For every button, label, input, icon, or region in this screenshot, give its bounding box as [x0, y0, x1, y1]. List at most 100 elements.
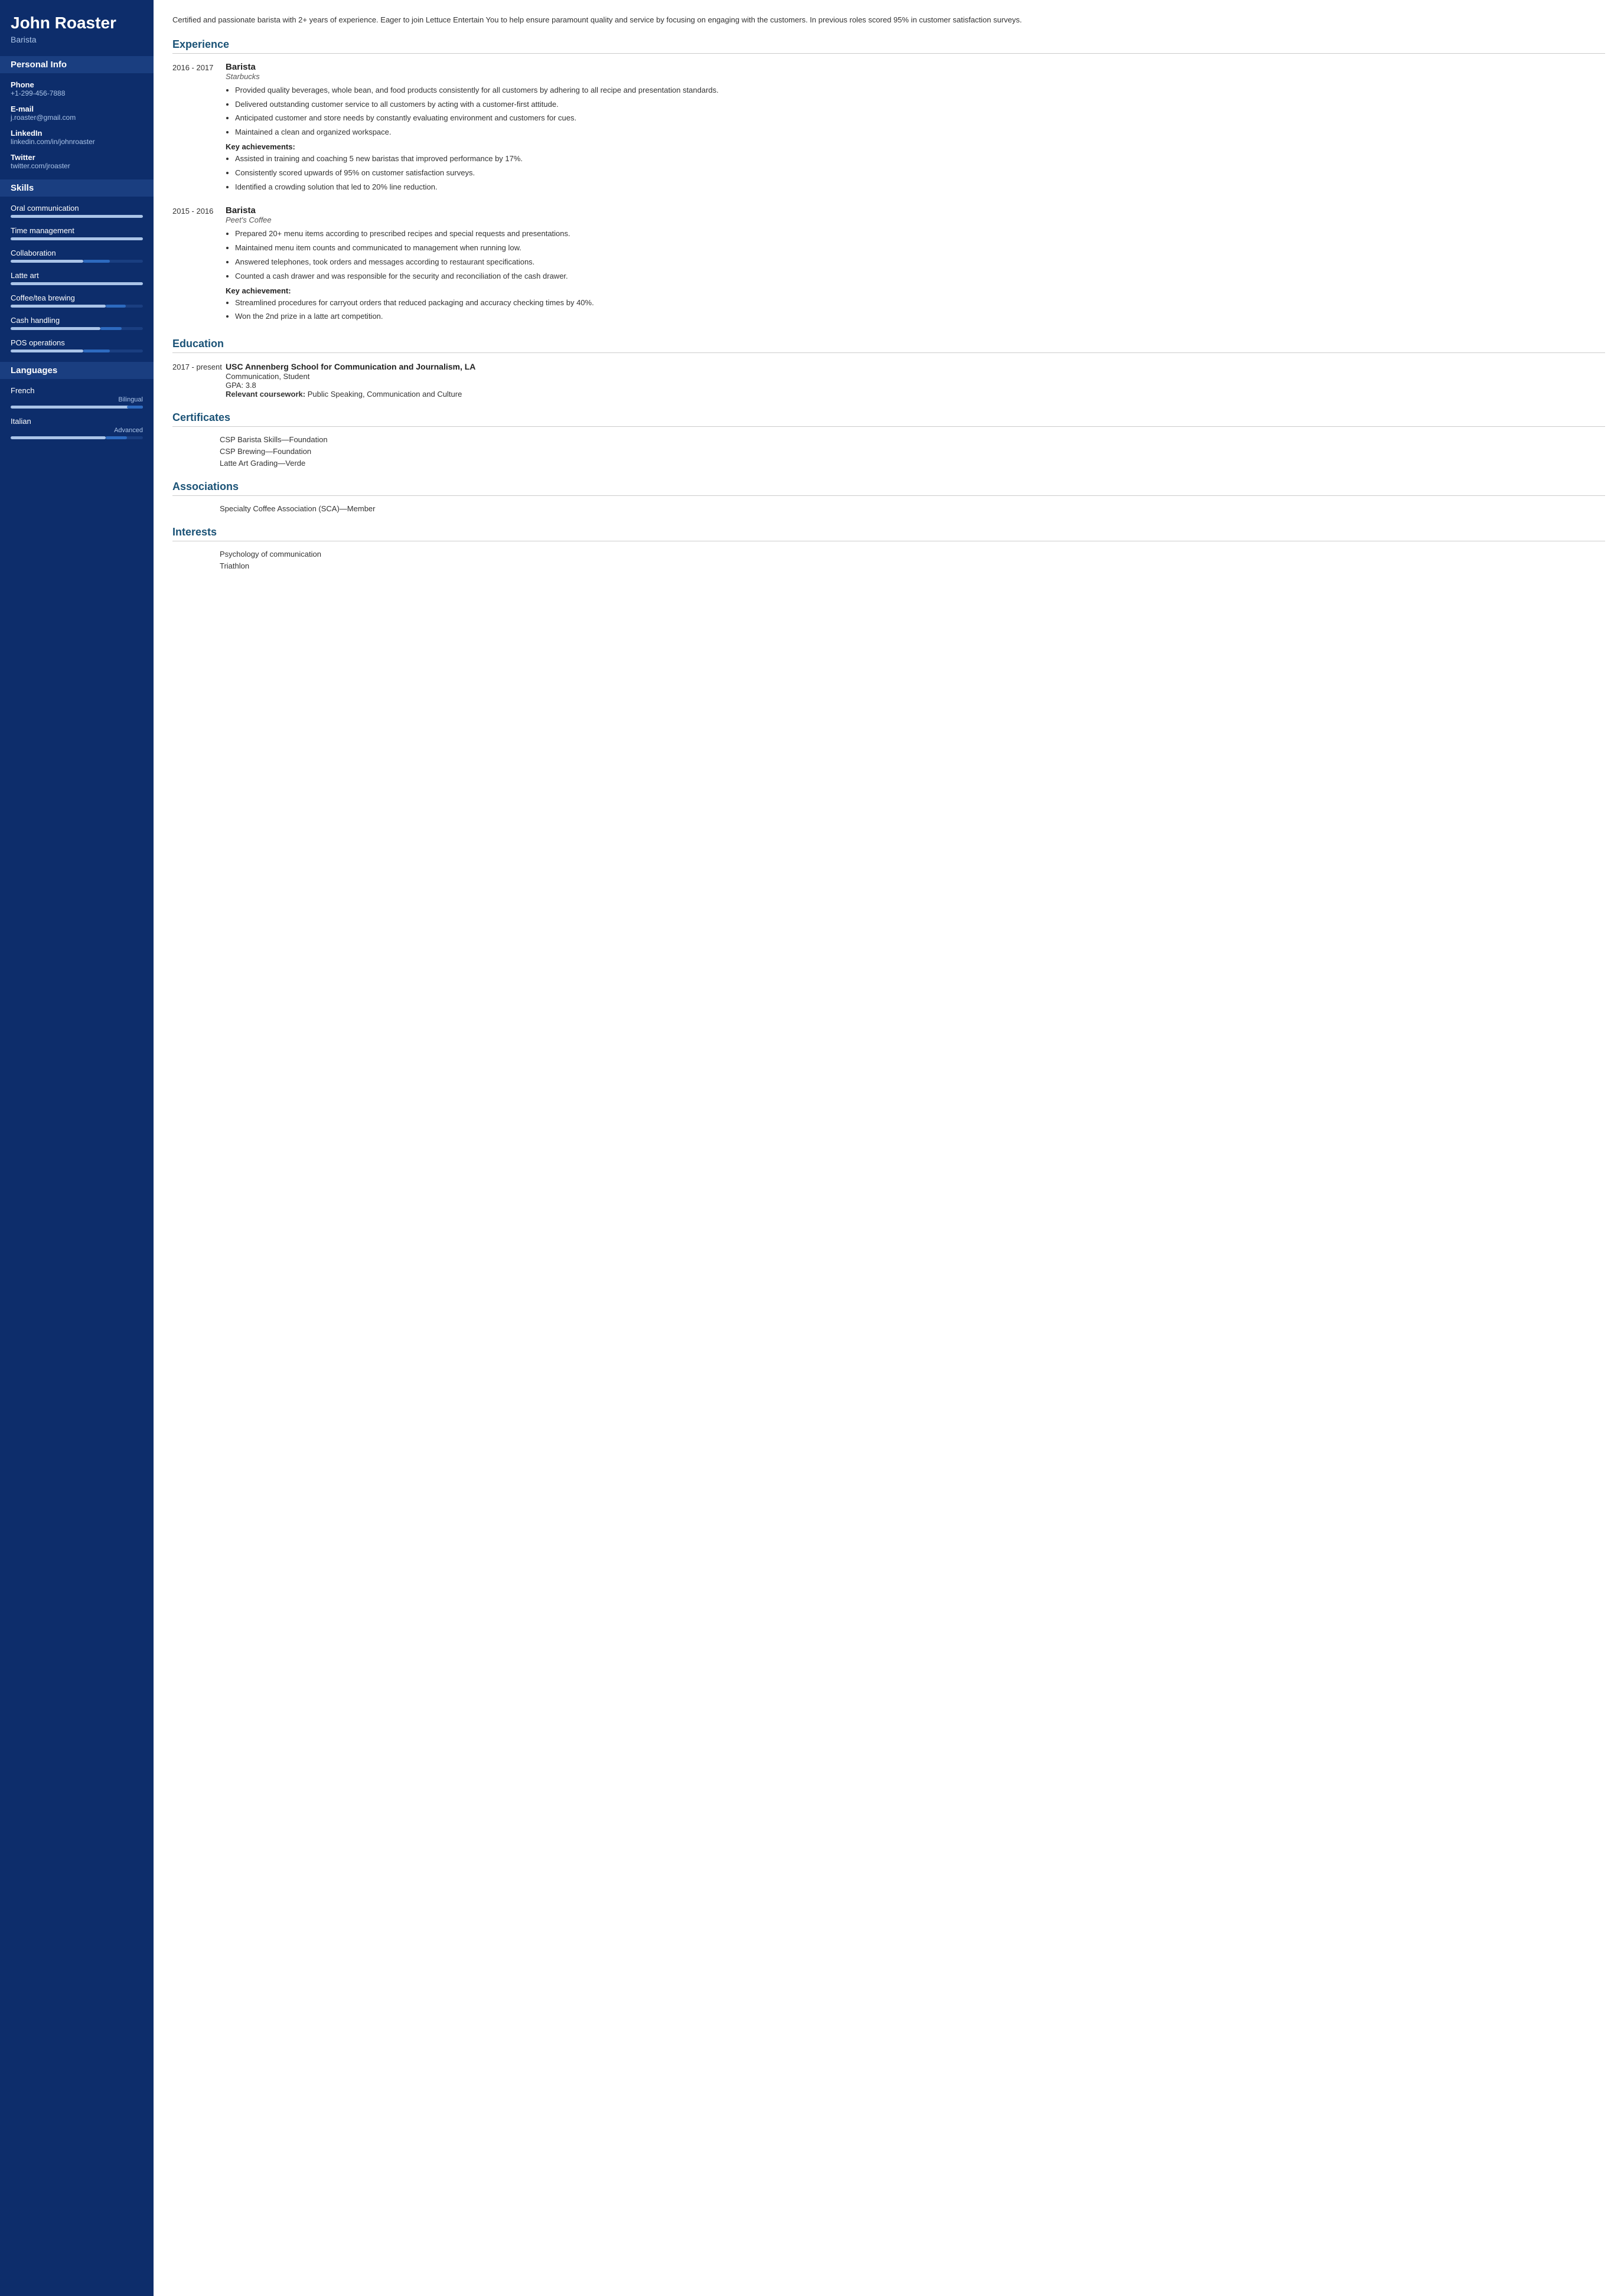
lang-bar-bg: [11, 406, 143, 409]
contact-item: LinkedInlinkedin.com/in/johnroaster: [11, 129, 143, 146]
exp-content: Barista Starbucks Provided quality bever…: [226, 62, 1605, 195]
skill-name: Latte art: [11, 271, 143, 280]
certificate-item: Latte Art Grading—Verde: [172, 459, 1605, 468]
skill-bar-accent: [83, 260, 110, 263]
exp-bullets: Provided quality beverages, whole bean, …: [226, 84, 1605, 139]
contact-label: Twitter: [11, 153, 143, 162]
summary-text: Certified and passionate barista with 2+…: [172, 14, 1605, 27]
skill-bar-fill: [11, 237, 143, 240]
lang-name: French: [11, 386, 143, 395]
lang-name: Italian: [11, 417, 143, 426]
lang-level: Bilingual: [11, 396, 143, 403]
candidate-title: Barista: [11, 35, 143, 44]
exp-bullet: Counted a cash drawer and was responsibl…: [235, 270, 1605, 283]
skill-bar-bg: [11, 305, 143, 308]
associations-heading: Associations: [172, 481, 1605, 496]
education-heading: Education: [172, 338, 1605, 353]
exp-dates: 2015 - 2016: [172, 205, 226, 325]
interests-heading: Interests: [172, 526, 1605, 541]
contact-item: Twittertwitter.com/jroaster: [11, 153, 143, 170]
sidebar: John Roaster Barista Personal Info Phone…: [0, 0, 154, 2296]
language-item: French Bilingual: [11, 386, 143, 409]
skill-bar-bg: [11, 260, 143, 263]
exp-bullet: Provided quality beverages, whole bean, …: [235, 84, 1605, 97]
lang-bar-fill: [11, 406, 143, 409]
skill-bar-bg: [11, 327, 143, 330]
skill-item: Cash handling: [11, 316, 143, 330]
skill-name: Collaboration: [11, 249, 143, 257]
key-ach-label: Key achievements:: [226, 142, 1605, 151]
skill-bar-fill: [11, 305, 106, 308]
exp-bullet: Delivered outstanding customer service t…: [235, 99, 1605, 111]
exp-content: Barista Peet's Coffee Prepared 20+ menu …: [226, 205, 1605, 325]
key-achievement: Won the 2nd prize in a latte art competi…: [235, 311, 1605, 323]
skill-item: Coffee/tea brewing: [11, 293, 143, 308]
key-achievement: Streamlined procedures for carryout orde…: [235, 297, 1605, 309]
skill-item: Collaboration: [11, 249, 143, 263]
lang-bar-bg: [11, 436, 143, 439]
exp-dates: 2016 - 2017: [172, 62, 226, 195]
skill-item: Oral communication: [11, 204, 143, 218]
contact-label: LinkedIn: [11, 129, 143, 138]
edu-gpa: GPA: 3.8: [226, 381, 1605, 390]
skill-bar-bg: [11, 282, 143, 285]
key-ach-label: Key achievement:: [226, 286, 1605, 295]
edu-coursework: Relevant coursework: Public Speaking, Co…: [226, 390, 1605, 399]
exp-bullet: Prepared 20+ menu items according to pre…: [235, 228, 1605, 240]
exp-job-title: Barista: [226, 62, 1605, 72]
personal-info-heading: Personal Info: [0, 56, 154, 73]
certificate-item: CSP Barista Skills—Foundation: [172, 435, 1605, 444]
exp-bullet: Maintained a clean and organized workspa…: [235, 126, 1605, 139]
skill-name: Oral communication: [11, 204, 143, 213]
key-achievement: Assisted in training and coaching 5 new …: [235, 153, 1605, 165]
lang-level: Advanced: [11, 427, 143, 434]
skill-bar-fill: [11, 260, 83, 263]
skills-heading: Skills: [0, 179, 154, 197]
contact-value: j.roaster@gmail.com: [11, 113, 143, 122]
candidate-name: John Roaster: [11, 14, 143, 32]
edu-school: USC Annenberg School for Communication a…: [226, 361, 1605, 372]
lang-bar-accent: [127, 406, 143, 409]
languages-section: French Bilingual Italian Advanced: [11, 386, 143, 439]
skill-bar-bg: [11, 237, 143, 240]
interests-list: Psychology of communicationTriathlon: [172, 550, 1605, 570]
contacts-section: Phone+1-299-456-7888 E-mailj.roaster@gmai…: [11, 80, 143, 170]
associations-section: Associations Specialty Coffee Associatio…: [172, 481, 1605, 513]
skill-item: Latte art: [11, 271, 143, 285]
exp-company: Starbucks: [226, 72, 1605, 81]
interests-section: Interests Psychology of communicationTri…: [172, 526, 1605, 570]
edu-content: USC Annenberg School for Communication a…: [226, 361, 1605, 399]
contact-value: +1-299-456-7888: [11, 89, 143, 97]
skill-item: Time management: [11, 226, 143, 240]
interest-item: Psychology of communication: [172, 550, 1605, 559]
experience-list: 2016 - 2017 Barista Starbucks Provided q…: [172, 62, 1605, 325]
skill-name: Cash handling: [11, 316, 143, 325]
certificates-section: Certificates CSP Barista Skills—Foundati…: [172, 411, 1605, 468]
language-item: Italian Advanced: [11, 417, 143, 439]
experience-entry: 2015 - 2016 Barista Peet's Coffee Prepar…: [172, 205, 1605, 325]
experience-heading: Experience: [172, 38, 1605, 54]
skill-item: POS operations: [11, 338, 143, 352]
key-achievement: Consistently scored upwards of 95% on cu…: [235, 167, 1605, 179]
skill-bar-fill: [11, 215, 143, 218]
contact-value: twitter.com/jroaster: [11, 162, 143, 170]
skill-bar-bg: [11, 350, 143, 352]
certificates-heading: Certificates: [172, 411, 1605, 427]
exp-bullet: Answered telephones, took orders and mes…: [235, 256, 1605, 269]
key-ach-bullets: Streamlined procedures for carryout orde…: [226, 297, 1605, 324]
edu-dates: 2017 - present: [172, 361, 226, 399]
education-section: Education 2017 - present USC Annenberg S…: [172, 338, 1605, 399]
association-item: Specialty Coffee Association (SCA)—Membe…: [172, 504, 1605, 513]
skill-name: Coffee/tea brewing: [11, 293, 143, 302]
contact-item: Phone+1-299-456-7888: [11, 80, 143, 97]
skill-bar-bg: [11, 215, 143, 218]
skill-bar-fill: [11, 350, 83, 352]
education-list: 2017 - present USC Annenberg School for …: [172, 361, 1605, 399]
exp-bullets: Prepared 20+ menu items according to pre…: [226, 228, 1605, 282]
contact-label: E-mail: [11, 104, 143, 113]
exp-bullet: Anticipated customer and store needs by …: [235, 112, 1605, 125]
lang-bar-accent: [106, 436, 127, 439]
experience-entry: 2016 - 2017 Barista Starbucks Provided q…: [172, 62, 1605, 195]
skill-name: POS operations: [11, 338, 143, 347]
education-entry: 2017 - present USC Annenberg School for …: [172, 361, 1605, 399]
